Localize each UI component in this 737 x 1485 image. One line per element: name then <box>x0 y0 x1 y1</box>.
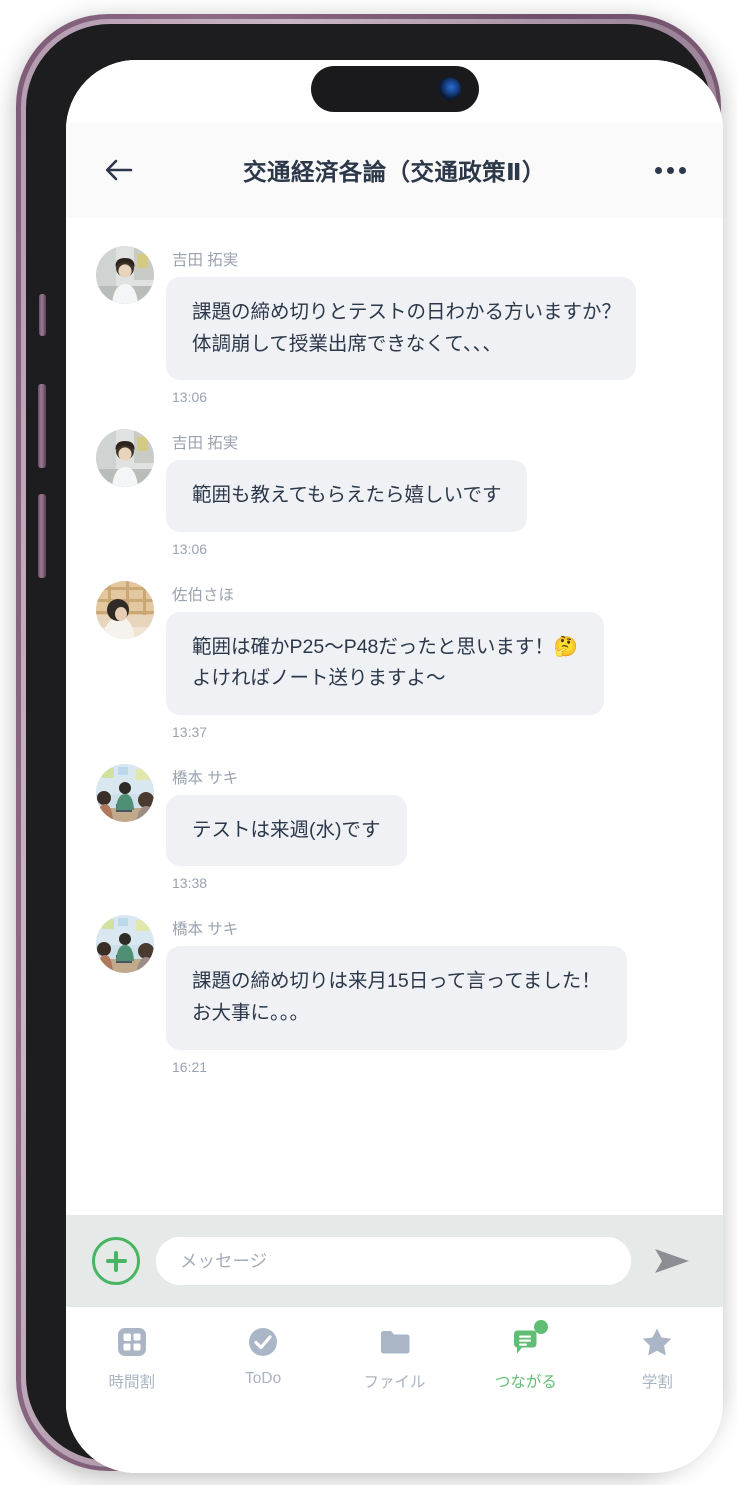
message-sender: 吉田 拓実 <box>172 252 239 269</box>
nav-item-student-discount[interactable]: 学割 <box>592 1323 723 1392</box>
message-sender: 佐伯さほ <box>172 586 235 604</box>
message-body: 佐伯さほ 範囲は確かP25〜P48だったと思います！🤔 よければノート送りますよ… <box>166 579 693 740</box>
page-title: 交通経済各論（交通政策Ⅱ） <box>243 159 546 185</box>
arrow-left-icon <box>105 159 133 181</box>
nav-item-connect[interactable]: つながる <box>460 1320 591 1392</box>
message-composer <box>66 1215 723 1307</box>
send-button[interactable] <box>647 1240 697 1282</box>
message-input[interactable] <box>156 1237 631 1285</box>
avatar[interactable] <box>96 429 154 488</box>
message-sender: 橋本 サキ <box>172 921 239 939</box>
phone-screen: 交通経済各論（交通政策Ⅱ） 吉田 拓実 課題の締め切りとテストの日わかる方います… <box>66 60 723 1473</box>
message-text-line: よければノート送りますよ〜 <box>192 667 446 690</box>
chat-bubble-icon <box>507 1320 548 1361</box>
message-bubble[interactable]: 範囲も教えてもらえたら嬉しいです <box>166 460 528 532</box>
grid-icon <box>113 1323 151 1361</box>
avatar-yoshida-image <box>96 246 154 304</box>
silent-switch-button[interactable] <box>39 294 46 336</box>
avatar-hashimoto-image <box>96 763 154 822</box>
nav-item-todo[interactable]: ToDo <box>197 1323 328 1388</box>
message-text-line: お大事に。。。 <box>192 1002 310 1025</box>
message-item: 橋本 サキ 課題の締め切りは来月15日って言ってました！ お大事に。。。 16:… <box>66 913 723 1075</box>
avatar[interactable] <box>96 763 154 822</box>
nav-label: つながる <box>494 1374 557 1391</box>
nav-item-files[interactable]: ファイル <box>329 1323 460 1392</box>
message-item: 吉田 拓実 範囲も教えてもらえたら嬉しいです 13:06 <box>66 427 723 557</box>
message-sender: 橋本 サキ <box>172 769 239 787</box>
message-body: 吉田 拓実 範囲も教えてもらえたら嬉しいです 13:06 <box>166 427 693 557</box>
message-timestamp: 13:06 <box>172 389 208 406</box>
message-list[interactable]: 吉田 拓実 課題の締め切りとテストの日わかる方いますか？ 体調崩して授業出席でき… <box>66 218 723 1215</box>
send-arrow-icon <box>655 1249 689 1273</box>
message-timestamp: 16:21 <box>172 1058 208 1075</box>
message-item: 吉田 拓実 課題の締め切りとテストの日わかる方いますか？ 体調崩して授業出席でき… <box>66 244 723 405</box>
chat-app: 交通経済各論（交通政策Ⅱ） 吉田 拓実 課題の締め切りとテストの日わかる方います… <box>66 60 723 1473</box>
unread-badge <box>533 1320 548 1334</box>
avatar-saeki-image <box>96 580 154 639</box>
home-indicator-area <box>66 1417 723 1473</box>
message-item: 佐伯さほ 範囲は確かP25〜P48だったと思います！🤔 よければノート送りますよ… <box>66 579 723 740</box>
more-options-icon <box>654 166 662 174</box>
message-timestamp: 13:06 <box>172 540 208 557</box>
message-body: 吉田 拓実 課題の締め切りとテストの日わかる方いますか？ 体調崩して授業出席でき… <box>166 244 693 405</box>
back-button[interactable] <box>96 147 142 193</box>
message-text-line: テストは来週(水)です <box>192 818 381 841</box>
message-bubble[interactable]: テストは来週(水)です <box>166 794 407 867</box>
volume-up-button[interactable] <box>38 384 46 468</box>
message-text-line: 課題の締め切りとテストの日わかる方いますか？ <box>192 301 622 323</box>
message-bubble[interactable]: 課題の締め切りは来月15日って言ってました！ お大事に。。。 <box>166 946 627 1050</box>
nav-label: ToDo <box>245 1370 282 1387</box>
message-bubble[interactable]: 範囲は確かP25〜P48だったと思います！🤔 よければノート送りますよ〜 <box>166 611 605 715</box>
more-options-button[interactable] <box>647 147 693 193</box>
app-bar: 交通経済各論（交通政策Ⅱ） <box>66 122 723 218</box>
star-icon <box>638 1323 676 1361</box>
phone-bezel: 交通経済各論（交通政策Ⅱ） 吉田 拓実 課題の締め切りとテストの日わかる方います… <box>26 24 723 1473</box>
folder-icon <box>376 1323 414 1361</box>
message-text-line: 体調崩して授業出席できなくて、、、 <box>192 332 502 355</box>
check-circle-icon <box>244 1323 282 1361</box>
nav-label: 時間割 <box>108 1374 155 1391</box>
message-text-line: 課題の締め切りは来月15日って言ってました！ <box>192 970 601 993</box>
message-text-line: 範囲も教えてもらえたら嬉しいです <box>192 484 502 507</box>
avatar-hashimoto-image <box>96 915 154 974</box>
dynamic-island <box>310 66 479 112</box>
more-options-icon <box>678 166 686 174</box>
message-item: 橋本 サキ テストは来週(水)です 13:38 <box>66 762 723 892</box>
nav-label: ファイル <box>363 1374 426 1391</box>
front-camera-icon <box>437 77 461 101</box>
avatar[interactable] <box>96 246 154 304</box>
more-options-icon <box>666 166 674 174</box>
screenshot-stage: 交通経済各論（交通政策Ⅱ） 吉田 拓実 課題の締め切りとテストの日わかる方います… <box>0 0 737 1485</box>
avatar-yoshida-image <box>96 429 154 488</box>
avatar[interactable] <box>96 580 154 639</box>
message-sender: 吉田 拓実 <box>172 435 239 453</box>
message-timestamp: 13:38 <box>172 875 208 892</box>
nav-label: 学割 <box>641 1374 673 1391</box>
plus-circle-icon[interactable] <box>92 1237 140 1285</box>
bottom-navigation: 時間割 ToDo ファイル つながる 学割 <box>66 1307 723 1417</box>
avatar[interactable] <box>96 915 154 974</box>
volume-down-button[interactable] <box>38 494 46 578</box>
message-text-line: 範囲は確かP25〜P48だったと思います！🤔 <box>192 635 579 658</box>
message-body: 橋本 サキ 課題の締め切りは来月15日って言ってました！ お大事に。。。 16:… <box>166 913 693 1075</box>
message-timestamp: 13:37 <box>172 723 208 740</box>
message-body: 橋本 サキ テストは来週(水)です 13:38 <box>166 762 693 892</box>
message-bubble[interactable]: 課題の締め切りとテストの日わかる方いますか？ 体調崩して授業出席できなくて、、、 <box>166 277 636 381</box>
nav-item-timetable[interactable]: 時間割 <box>66 1323 197 1392</box>
